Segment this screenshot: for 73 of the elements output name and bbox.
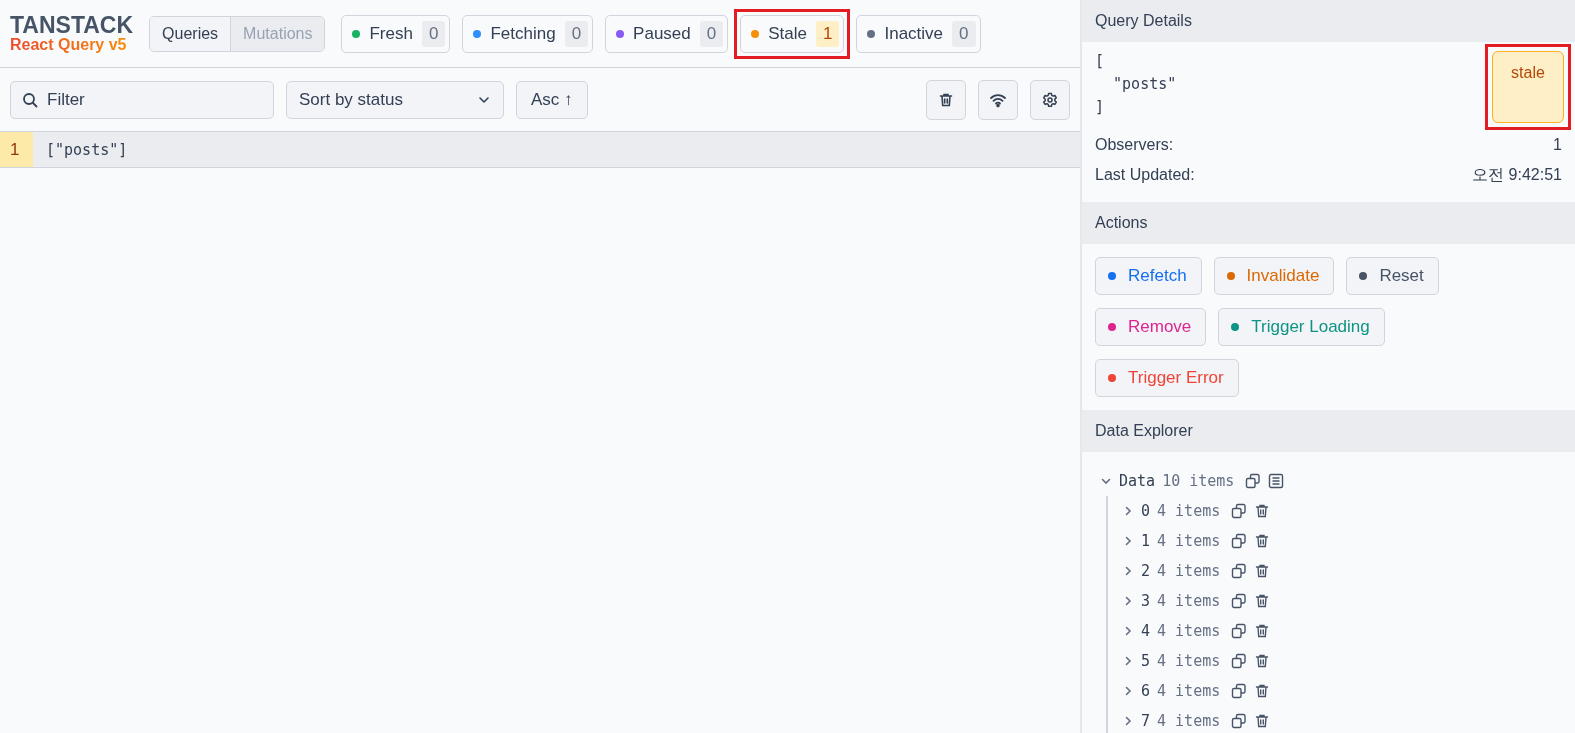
tree-label: 7 [1141, 712, 1151, 730]
item-count: 4 items [1157, 592, 1221, 610]
status-filter[interactable]: Paused 0 [605, 14, 729, 53]
status-filter[interactable]: Inactive 0 [856, 14, 981, 53]
copy-icon[interactable] [1231, 683, 1248, 699]
observer-count: 1 [0, 132, 33, 167]
item-count: 4 items [1157, 502, 1221, 520]
trash-icon[interactable] [1254, 503, 1271, 519]
copy-icon[interactable] [1231, 653, 1248, 669]
filter-field[interactable]: Filter [10, 80, 274, 119]
item-count: 4 items [1157, 712, 1221, 730]
copy-icon[interactable] [1231, 623, 1248, 639]
copy-icon[interactable] [1231, 593, 1248, 609]
status-filter[interactable]: Fresh 0 [341, 14, 451, 53]
trash-icon[interactable] [1254, 653, 1271, 669]
status-count: 0 [952, 20, 976, 47]
status-filter[interactable]: Stale 1 [740, 14, 845, 53]
trash-icon [938, 91, 954, 108]
query-row[interactable]: 1 ["posts"] [0, 132, 1080, 168]
action-button[interactable]: Refetch [1095, 257, 1202, 295]
action-button[interactable]: Remove [1095, 308, 1207, 346]
section-header: Data Explorer [1082, 410, 1575, 452]
item-count: 4 items [1157, 562, 1221, 580]
copy-icon[interactable] [1231, 713, 1248, 729]
query-key: ["posts"] [46, 140, 128, 159]
query-key-code: [ "posts" ] [1095, 51, 1177, 118]
tree-label: 6 [1141, 682, 1151, 700]
section-header: Actions [1082, 202, 1575, 244]
detail-label: Last Updated: [1095, 165, 1195, 185]
tree-label: 5 [1141, 652, 1151, 670]
detail-value: 오전 9:42:51 [1472, 165, 1562, 185]
trash-icon[interactable] [1254, 533, 1271, 549]
action-button[interactable]: Reset [1346, 257, 1439, 295]
tree-label: 2 [1141, 562, 1151, 580]
logo-title: TANSTACK [10, 13, 134, 38]
copy-icon[interactable] [1231, 563, 1248, 579]
section-header: Query Details [1082, 0, 1575, 42]
settings-button[interactable] [1030, 79, 1070, 120]
copy-icon[interactable] [1231, 533, 1248, 549]
item-count: 4 items [1157, 532, 1221, 550]
trash-icon[interactable] [1254, 593, 1271, 609]
online-toggle-button[interactable] [978, 79, 1018, 120]
status-count: 0 [421, 20, 446, 47]
tree-label: 4 [1141, 622, 1151, 640]
item-count: 4 items [1157, 682, 1221, 700]
status-count: 0 [564, 20, 589, 47]
trash-icon[interactable] [1254, 683, 1271, 699]
status-count: 1 [816, 20, 840, 47]
item-count: 4 items [1157, 652, 1221, 670]
tree-label: 0 [1141, 502, 1151, 520]
status-badge: stale [1492, 51, 1564, 123]
sort-dropdown[interactable]: Sort by status [286, 80, 504, 119]
trash-icon[interactable] [1254, 623, 1271, 639]
detail-label: Observers: [1095, 135, 1174, 155]
wifi-icon [989, 91, 1007, 108]
trash-icon[interactable] [1254, 713, 1271, 729]
status-count: 0 [699, 20, 724, 47]
list-icon[interactable] [1268, 473, 1285, 489]
tree-label: Data [1119, 472, 1156, 490]
status-filter[interactable]: Fetching 0 [462, 14, 594, 53]
view-tab[interactable]: Queries [150, 16, 231, 51]
item-count: 10 items [1162, 472, 1235, 490]
tree-label: 3 [1141, 592, 1151, 610]
detail-value: 1 [1553, 135, 1562, 155]
trash-icon[interactable] [1254, 563, 1271, 579]
search-icon [22, 91, 38, 108]
tree-label: 1 [1141, 532, 1151, 550]
copy-icon[interactable] [1231, 503, 1248, 519]
item-count: 4 items [1157, 622, 1221, 640]
settings-icon [1042, 91, 1058, 108]
clear-cache-button[interactable] [926, 79, 966, 120]
sort-order-button[interactable]: Asc ↑ [516, 80, 588, 119]
copy-icon[interactable] [1245, 473, 1262, 489]
